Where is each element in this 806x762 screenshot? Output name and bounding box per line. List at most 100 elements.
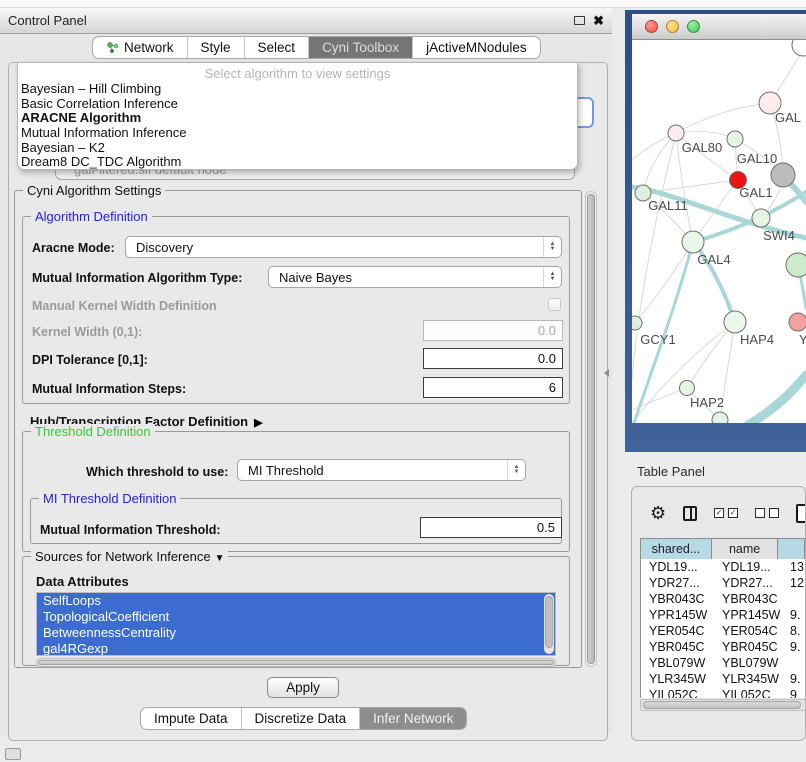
mi-steps-label: Mutual Information Steps: (32, 382, 186, 396)
tab-cyni-toolbox[interactable]: Cyni Toolbox (308, 37, 412, 58)
column-header[interactable]: shared... (641, 539, 712, 560)
gear-icon[interactable]: ⚙ (650, 504, 666, 522)
unchecked-boxes-icon[interactable] (755, 508, 779, 518)
cell-value (780, 591, 790, 607)
data-attributes-list[interactable]: SelfLoopsTopologicalCoefficientBetweenne… (36, 592, 556, 656)
attribute-item[interactable]: TopologicalCoefficient (37, 609, 555, 625)
collapsed-panel-icon[interactable] (5, 748, 21, 760)
spinner-arrows-icon[interactable]: ▲▼ (543, 267, 561, 287)
sources-title: Sources for Network Inference▼ (31, 549, 228, 564)
node-gal4[interactable] (682, 231, 704, 253)
node-gal80[interactable] (668, 125, 684, 141)
cell-value: 13 (780, 559, 804, 575)
algorithm-dropdown-popup: Select algorithm to view settings Bayesi… (17, 62, 578, 170)
dpi-tolerance-field[interactable] (423, 348, 563, 369)
algorithm-item[interactable]: Basic Correlation Inference (18, 97, 577, 112)
network-window-titlebar[interactable] (632, 14, 806, 40)
algorithm-item[interactable]: Bayesian – Hill Climbing (18, 82, 577, 97)
tab-network[interactable]: Network (93, 37, 187, 58)
attribute-item[interactable]: gal4RGexp (37, 641, 555, 656)
cell-name: YER054C (712, 623, 780, 639)
network-canvas[interactable]: GALGAL80GAL10GAL1GAL11SWI4GAL4GCY1HAP4YH… (632, 40, 806, 423)
table-row[interactable]: YBR045CYBR045C9. (641, 639, 806, 655)
algorithm-item[interactable]: Dream8 DC_TDC Algorithm (18, 155, 577, 170)
tab-select[interactable]: Select (244, 37, 309, 58)
table-row[interactable]: YBL079WYBL079W (641, 655, 806, 671)
apply-button[interactable]: Apply (267, 677, 339, 698)
cell-shared-name: YDL19... (641, 559, 712, 575)
minimize-traffic-light-icon[interactable] (666, 20, 679, 33)
settings-scrollbar-thumb[interactable] (587, 194, 595, 664)
node-hap2[interactable] (680, 381, 695, 396)
column-header[interactable]: name (711, 539, 777, 560)
table-hscrollbar-thumb[interactable] (643, 701, 801, 709)
node-green-right[interactable] (786, 253, 806, 277)
top-strip (0, 0, 806, 8)
float-panel-icon[interactable] (574, 16, 585, 25)
cell-value: 8. (780, 623, 800, 639)
node-swi4[interactable] (752, 209, 770, 227)
checked-boxes-icon[interactable]: ✓✓ (714, 508, 738, 518)
node[interactable] (792, 40, 806, 56)
manual-kernel-checkbox[interactable] (548, 298, 561, 311)
attribute-item[interactable]: BetweennessCentrality (37, 625, 555, 641)
kernel-width-field[interactable] (423, 320, 563, 341)
tab-style[interactable]: Style (187, 37, 244, 58)
cell-name: YBR045C (712, 639, 780, 655)
tab-label: Cyni Toolbox (322, 40, 399, 55)
attribute-item[interactable]: SelfLoops (37, 593, 555, 609)
splitpane-collapse-icon[interactable] (604, 369, 609, 377)
node-bottom[interactable] (712, 412, 728, 423)
cell-name: YPR145W (712, 607, 780, 623)
algorithm-item[interactable]: Bayesian – K2 (18, 141, 577, 156)
table-row[interactable]: YDR27...YDR27...12 (641, 575, 806, 591)
expand-right-icon[interactable]: ▶ (254, 417, 262, 429)
tab-infer-network[interactable]: Infer Network (359, 708, 466, 729)
attributes-hscrollbar[interactable] (36, 658, 556, 667)
dpi-tolerance-label: DPI Tolerance [0,1]: (32, 353, 148, 367)
attributes-scrollbar[interactable] (544, 594, 554, 654)
algorithm-item[interactable]: Mutual Information Inference (18, 126, 577, 141)
attributes-hscrollbar-thumb[interactable] (38, 660, 554, 665)
table-row[interactable]: YBR043CYBR043C (641, 591, 806, 607)
node-label-gal10: GAL10 (737, 151, 777, 166)
network-window[interactable]: GALGAL80GAL10GAL1GAL11SWI4GAL4GCY1HAP4YH… (625, 10, 806, 452)
cell-shared-name: YIL052C (641, 687, 712, 698)
mi-type-combo[interactable]: Naive Bayes ▲▼ (268, 266, 562, 288)
mi-threshold-field[interactable] (420, 517, 562, 538)
threshold-definition-title: Threshold Definition (31, 424, 155, 439)
page-icon[interactable] (796, 504, 806, 523)
node-gal10[interactable] (727, 131, 743, 147)
aracne-mode-combo[interactable]: Discovery ▲▼ (125, 236, 562, 258)
tab-jactivemnodules[interactable]: jActiveMNodules (412, 37, 540, 58)
zoom-traffic-light-icon[interactable] (687, 20, 700, 33)
spinner-arrows-icon[interactable]: ▲▼ (507, 460, 525, 480)
table-hscrollbar[interactable] (640, 699, 806, 711)
mi-threshold-title: MI Threshold Definition (39, 491, 180, 506)
tab-impute-data[interactable]: Impute Data (141, 708, 241, 729)
collapse-down-icon[interactable]: ▼ (215, 553, 225, 564)
table-row[interactable]: YER054CYER054C8. (641, 623, 806, 639)
table-row[interactable]: YIL052CYIL052C9 (641, 687, 806, 698)
which-threshold-combo[interactable]: MI Threshold ▲▼ (237, 459, 526, 481)
columns-icon[interactable] (683, 506, 697, 521)
table-row[interactable]: YPR145WYPR145W9. (641, 607, 806, 623)
spinner-arrows-icon[interactable]: ▲▼ (543, 237, 561, 257)
column-header[interactable] (778, 539, 805, 560)
settings-scrollbar[interactable] (585, 191, 597, 667)
mi-steps-field[interactable] (423, 377, 563, 398)
mi-type-label: Mutual Information Algorithm Type: (32, 271, 242, 285)
table-row[interactable]: YDL19...YDL19...13 (641, 559, 806, 575)
attributes-scrollbar-thumb[interactable] (545, 596, 553, 648)
node-hap4[interactable] (724, 311, 746, 333)
algorithm-item[interactable]: ARACNE Algorithm (18, 111, 577, 126)
node-gray[interactable] (771, 163, 795, 187)
close-icon[interactable]: ✖ (593, 14, 604, 27)
cell-shared-name: YBL079W (641, 655, 712, 671)
node-salmon[interactable] (789, 313, 806, 331)
close-traffic-light-icon[interactable] (645, 20, 658, 33)
node-gcy1[interactable] (632, 316, 642, 330)
algorithm-definition-title: Algorithm Definition (31, 209, 152, 224)
tab-discretize-data[interactable]: Discretize Data (241, 708, 360, 729)
table-row[interactable]: YLR345WYLR345W9. (641, 671, 806, 687)
